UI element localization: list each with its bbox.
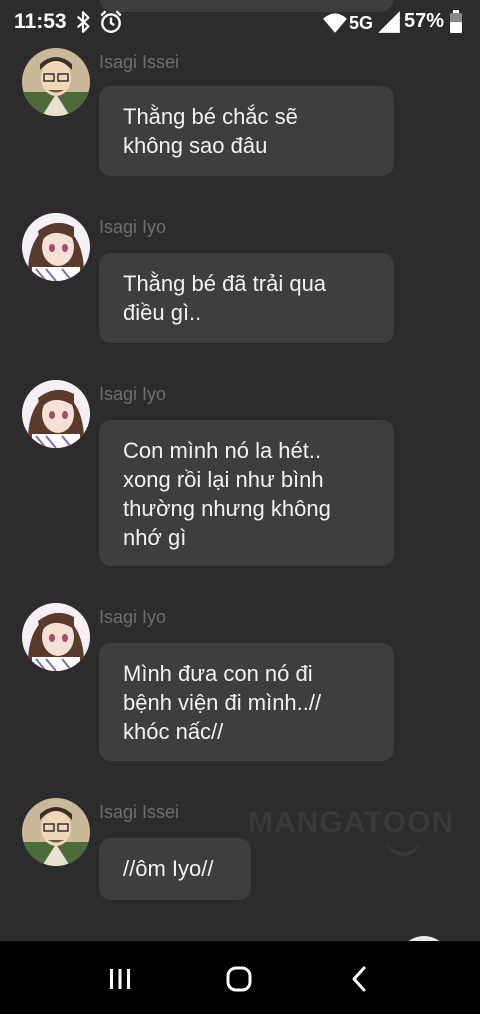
iyo-avatar[interactable]	[22, 213, 90, 281]
sender-name: Isagi Iyo	[99, 607, 167, 627]
iyo-avatar[interactable]	[22, 380, 90, 448]
message-bubble[interactable]: Thằng bé chắc sẽ không sao đâu	[99, 86, 394, 176]
sender-name: Isagi Iyo	[99, 217, 167, 237]
message-bubble[interactable]: //ôm Iyo//	[99, 838, 251, 900]
watermark: MANGATOON	[248, 806, 455, 839]
bluetooth-icon	[76, 11, 90, 33]
watermark-smile	[386, 836, 420, 856]
issei-avatar[interactable]	[22, 48, 90, 116]
sender-name: Isagi Issei	[99, 52, 180, 72]
iyo-avatar[interactable]	[22, 603, 90, 671]
status-bar: 11:53 5G 57%	[0, 0, 480, 44]
sender-name: Isagi Iyo	[99, 384, 167, 404]
sender-name: Isagi Issei	[99, 802, 180, 822]
message-bubble[interactable]: Mình đưa con nó đi bệnh viện đi mình..//…	[99, 643, 394, 761]
status-time: 11:53	[14, 10, 67, 33]
message-bubble[interactable]: Con mình nó la hét.. xong rồi lại như bì…	[99, 420, 394, 566]
5g-icon: 5G	[349, 13, 373, 33]
home-icon[interactable]	[221, 961, 257, 997]
signal-icon	[378, 11, 400, 33]
back-icon[interactable]	[342, 961, 378, 997]
issei-avatar[interactable]	[22, 798, 90, 866]
battery-icon	[450, 10, 462, 33]
svg-text:5G: 5G	[349, 13, 373, 33]
wifi-icon	[323, 13, 347, 33]
navigation-bar	[0, 941, 480, 1014]
battery-percent: 57%	[404, 10, 445, 32]
alarm-icon	[100, 10, 122, 33]
recent-apps-icon[interactable]	[102, 961, 138, 997]
message-bubble[interactable]: Thằng bé đã trải qua điều gì..	[99, 253, 394, 343]
